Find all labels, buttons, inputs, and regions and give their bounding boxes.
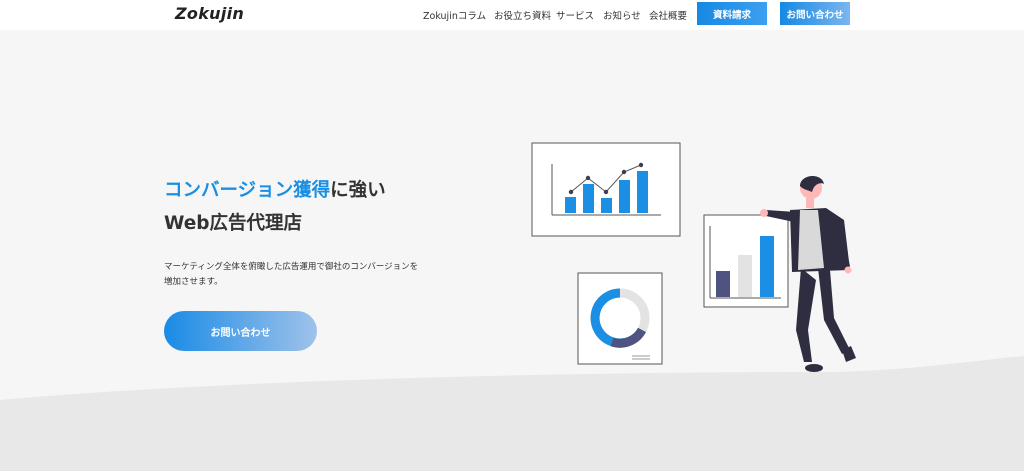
- hero-description-line2: 増加させます。: [164, 276, 223, 287]
- site-header: Zokujin Zokujinコラム お役立ち資料 サービス お知らせ 会社概要…: [0, 0, 1024, 30]
- nav-item-column[interactable]: Zokujinコラム: [423, 8, 486, 22]
- line-bar-chart-icon: [531, 142, 681, 237]
- hero-contact-button[interactable]: お問い合わせ: [164, 311, 317, 351]
- hero-background: [0, 356, 1024, 471]
- headline-line2: Web広告代理店: [164, 213, 303, 234]
- hero-illustration: [531, 142, 856, 372]
- hero-headline: コンバージョン獲得に強い Web広告代理店: [164, 174, 386, 240]
- request-document-button[interactable]: 資料請求: [697, 2, 767, 25]
- headline-accent: コンバージョン獲得: [164, 180, 331, 201]
- nav-item-services[interactable]: サービス: [556, 8, 594, 22]
- hero-description-line1: マーケティング全体を俯瞰した広告運用で御社のコンバージョンを: [164, 262, 419, 272]
- donut-chart-icon: [577, 272, 663, 365]
- headline-rest: に強い: [330, 180, 386, 201]
- nav-item-news[interactable]: お知らせ: [603, 8, 641, 22]
- bar-chart-icon: [703, 214, 789, 308]
- hero-description: マーケティング全体を俯瞰した広告運用で御社のコンバージョンを 増加させます。: [164, 260, 424, 289]
- header-contact-button[interactable]: お問い合わせ: [780, 2, 850, 25]
- site-logo[interactable]: Zokujin: [175, 4, 244, 23]
- nav-item-resources[interactable]: お役立ち資料: [494, 8, 551, 22]
- nav-item-company[interactable]: 会社概要: [649, 8, 687, 22]
